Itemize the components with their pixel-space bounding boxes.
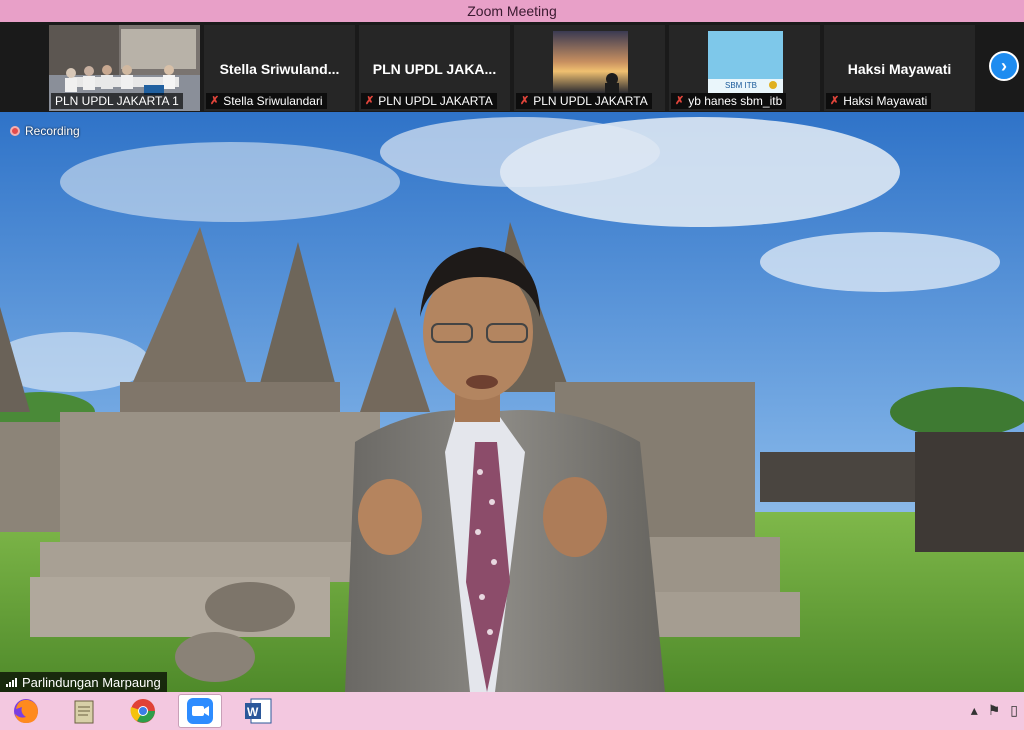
participant-name-label: PLN UPDL JAKARTA 1	[51, 93, 183, 109]
chevron-right-icon: ›	[1001, 55, 1007, 76]
signal-bars-icon	[6, 677, 17, 687]
firefox-icon	[14, 699, 38, 723]
taskbar-zoom[interactable]	[178, 694, 222, 728]
participant-tile[interactable]: PLN UPDL JAKARTA 1	[49, 25, 200, 111]
participant-name-label: ✗ Haksi Mayawati	[826, 93, 932, 109]
participant-tile[interactable]: SBM ITB ✗ yb hanes sbm_itb	[669, 25, 820, 111]
participant-tile[interactable]: ✗ PLN UPDL JAKARTA	[514, 25, 665, 111]
active-speaker-video[interactable]: Recording Parlindungan Marpaung	[0, 112, 1024, 692]
participant-display-name: Stella Sriwuland...	[219, 61, 340, 77]
mic-muted-icon: ✗	[365, 95, 375, 107]
taskbar-notes[interactable]	[62, 694, 106, 728]
participant-name-label: ✗ Stella Sriwulandari	[206, 93, 327, 109]
taskbar-word[interactable]: W	[236, 694, 280, 728]
chrome-icon	[130, 699, 155, 723]
flag-icon[interactable]: ⚑	[988, 702, 1001, 719]
taskbar-firefox[interactable]	[4, 694, 48, 728]
word-icon: W	[245, 698, 272, 724]
mic-muted-icon: ✗	[520, 95, 530, 107]
active-speaker-label: Parlindungan Marpaung	[0, 672, 167, 692]
window-title-bar[interactable]: Zoom Meeting	[0, 0, 1024, 22]
participant-display-name: Haksi Mayawati	[847, 61, 952, 77]
window-title: Zoom Meeting	[467, 3, 557, 19]
chevron-up-icon[interactable]: ▴	[971, 702, 978, 719]
participant-tile[interactable]: Stella Sriwuland... ✗ Stella Sriwulandar…	[204, 25, 355, 111]
mic-muted-icon: ✗	[675, 95, 685, 107]
zoom-icon	[187, 698, 213, 724]
svg-text:W: W	[247, 705, 259, 719]
system-tray: ▴ ⚑ ▯	[971, 702, 1018, 719]
network-icon[interactable]: ▯	[1010, 702, 1018, 719]
taskbar: W ▴ ⚑ ▯	[0, 692, 1024, 730]
recording-indicator[interactable]: Recording	[10, 124, 80, 138]
participant-name-label: ✗ PLN UPDL JAKARTA	[361, 93, 497, 109]
participant-strip: PLN UPDL JAKARTA 1 Stella Sriwuland... ✗…	[0, 22, 1024, 112]
participant-display-name: PLN UPDL JAKA...	[372, 61, 497, 77]
participant-name-label: ✗ yb hanes sbm_itb	[671, 93, 787, 109]
participant-tile[interactable]: PLN UPDL JAKA... ✗ PLN UPDL JAKARTA	[359, 25, 510, 111]
mic-muted-icon: ✗	[210, 95, 220, 107]
participant-tile[interactable]: Haksi Mayawati ✗ Haksi Mayawati	[824, 25, 975, 111]
next-page-button[interactable]: ›	[989, 51, 1019, 81]
notes-icon	[74, 700, 94, 724]
taskbar-chrome[interactable]	[121, 694, 165, 728]
speaker-video-frame	[0, 112, 1024, 692]
mic-muted-icon: ✗	[830, 95, 840, 107]
participant-name-label: ✗ PLN UPDL JAKARTA	[516, 93, 652, 109]
recording-icon	[10, 126, 20, 136]
logo-text: SBM ITB	[725, 81, 757, 90]
